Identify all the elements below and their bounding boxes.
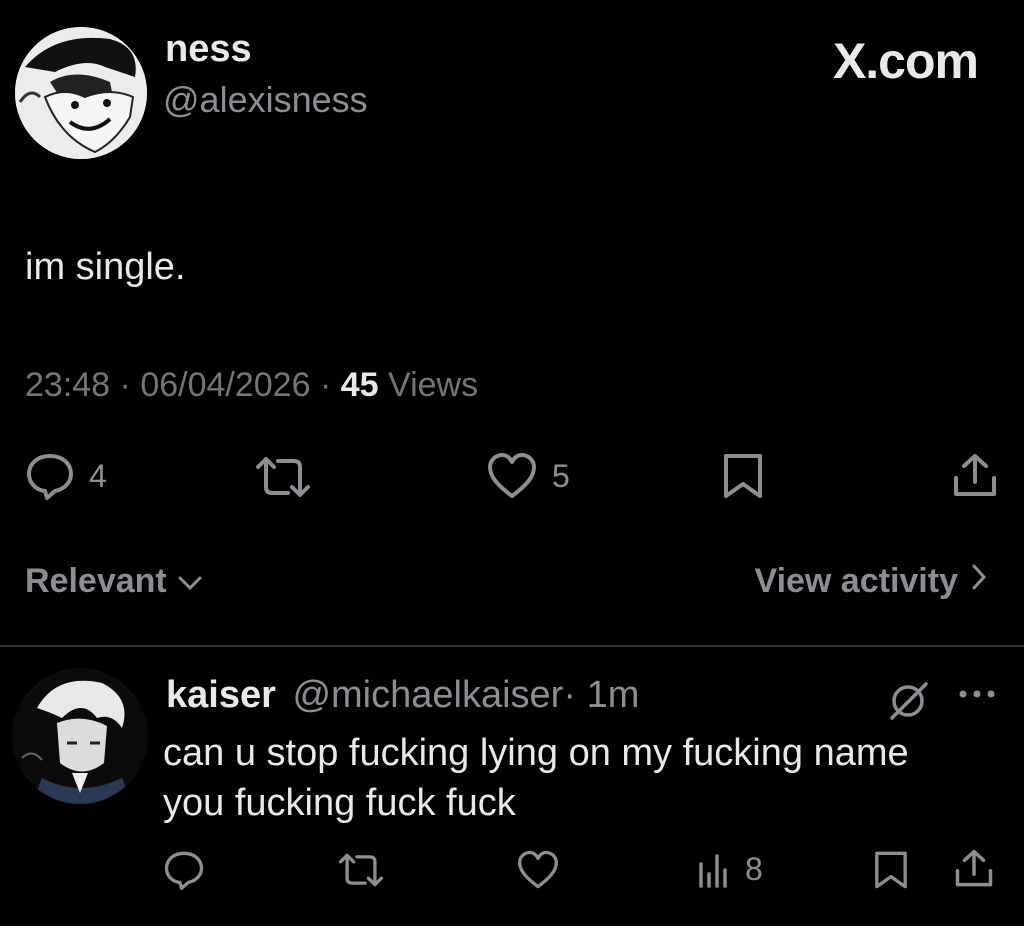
meta-separator: · [119,366,141,404]
sort-label: Relevant [25,562,167,600]
like-button[interactable]: 5 [486,452,570,500]
reply-button[interactable]: 4 [25,452,107,500]
views-count[interactable]: 45 [341,366,379,404]
share-icon [952,452,998,500]
reply-time[interactable]: 1m [587,674,640,716]
more-icon [957,688,997,700]
bookmark-button[interactable] [722,452,764,500]
reply-share-button[interactable] [954,848,994,890]
tweet-text: im single. [25,246,186,288]
views-label[interactable]: Views [388,366,478,404]
tweet-date: 06/04/2026 [140,366,311,404]
heart-icon [516,850,560,890]
reply-retweet-button[interactable] [337,852,385,888]
reply-text-line: you fucking fuck fuck [163,782,516,824]
chevron-down-icon [167,562,203,601]
reply-header: kaiser @michaelkaiser· 1m [166,674,639,717]
share-button[interactable] [952,452,998,500]
heart-icon [486,452,538,500]
bookmark-icon [722,452,764,500]
more-options-button[interactable] [957,688,997,700]
tweet-time: 23:48 [25,366,111,404]
author-display-name[interactable]: ness [165,28,252,71]
view-activity-label: View activity [754,562,959,600]
grok-button[interactable] [888,680,930,720]
bar-chart-icon [697,850,731,888]
chevron-right-icon [958,562,990,601]
reply-author-avatar[interactable] [12,668,148,804]
like-count: 5 [552,457,570,494]
reply-views-count: 8 [745,850,763,887]
tweet-meta: 23:48 · 06/04/2026 · 45 Views [25,366,478,405]
replies-toolbar: Relevant View activity [25,562,990,606]
meta-separator: · [319,366,341,404]
reply-views-button[interactable]: 8 [697,850,763,888]
divider [0,645,1024,647]
speech-bubble-icon [25,452,75,500]
brand-logo: X.com [832,33,979,89]
view-activity-link[interactable]: View activity [755,562,991,601]
share-icon [954,848,994,890]
reply-text: can u stop fucking lying on my fucking n… [163,728,1013,828]
reply-text-line: can u stop fucking lying on my fucking n… [163,732,909,774]
reply-reply-button[interactable] [163,850,205,890]
reply-like-button[interactable] [516,850,560,890]
speech-bubble-icon [163,850,205,890]
reply-author-name[interactable]: kaiser [166,674,276,716]
author-avatar[interactable] [15,27,147,159]
retweet-icon [254,455,312,499]
retweet-icon [337,852,385,888]
bookmark-icon [873,850,909,890]
reply-author-handle[interactable]: @michaelkaiser [292,674,563,716]
post-detail-page: ness @alexisness X.com im single. 23:48 … [0,0,1024,926]
grok-icon [888,680,930,720]
reply-separator: · [563,674,587,716]
author-handle[interactable]: @alexisness [163,79,368,121]
retweet-button[interactable] [254,455,312,499]
reply-count: 4 [89,457,107,494]
sort-dropdown[interactable]: Relevant [25,562,203,601]
reply-bookmark-button[interactable] [873,850,909,890]
